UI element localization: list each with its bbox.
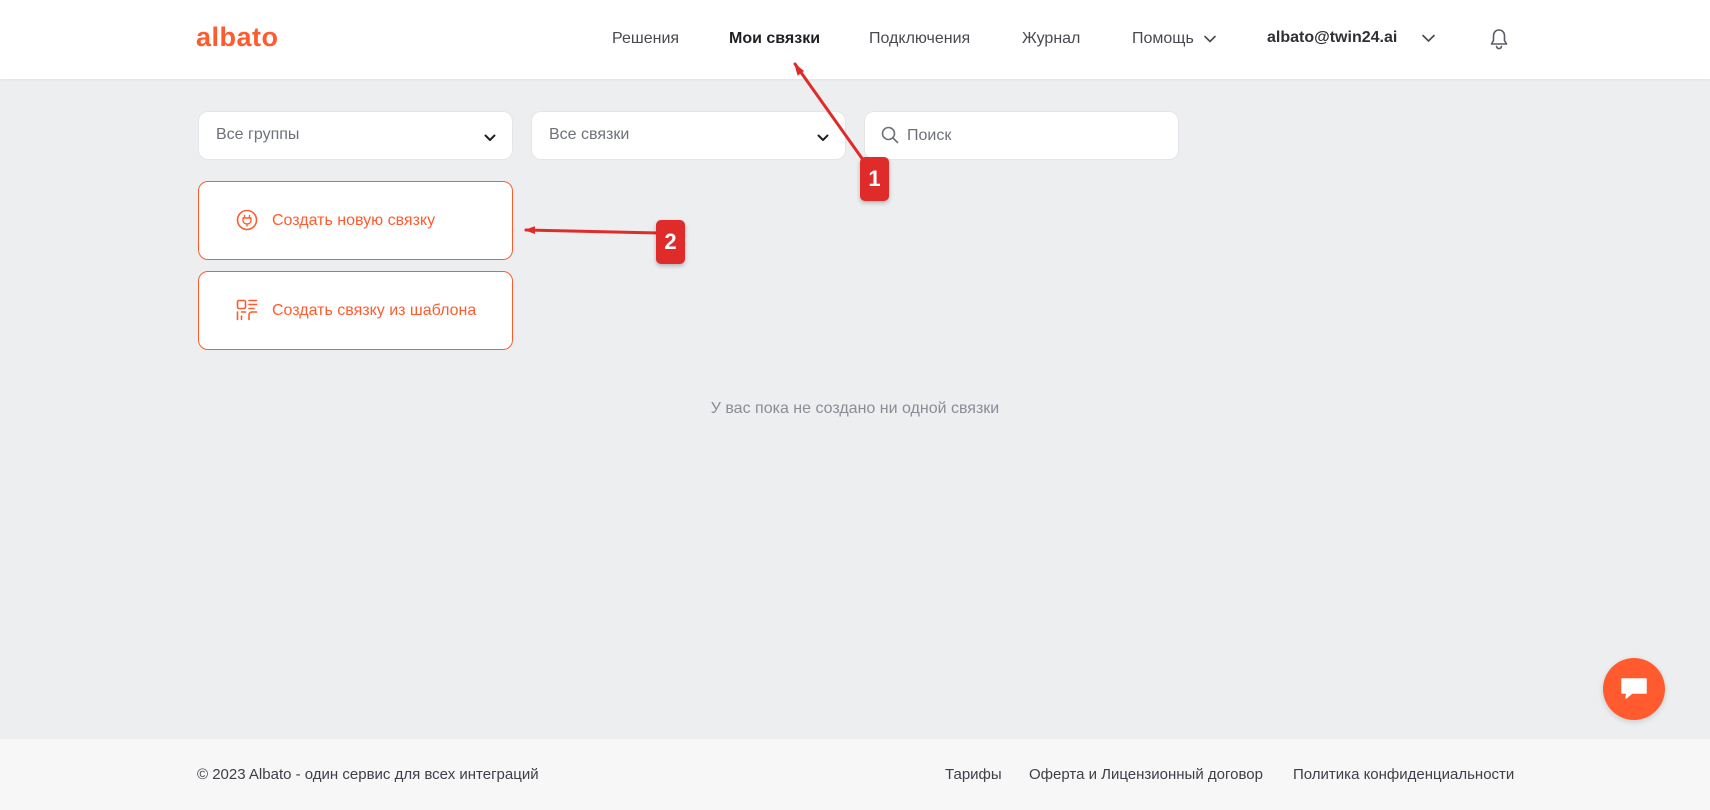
plug-icon (236, 209, 258, 236)
bundles-select-value: Все связки (549, 126, 630, 143)
chevron-down-icon (484, 129, 496, 147)
nav-journal[interactable]: Журнал (1022, 30, 1080, 48)
create-from-template-label: Создать связку из шаблона (272, 302, 477, 319)
annotation-marker-1: 1 (860, 157, 889, 201)
create-new-bundle-button[interactable]: Создать новую связку (198, 181, 513, 260)
empty-state-message: У вас пока не создано ни одной связки (710, 400, 1000, 417)
annotation-arrowhead-2 (524, 226, 535, 234)
footer-link-privacy[interactable]: Политика конфиденциальности (1293, 766, 1514, 783)
create-new-bundle-label: Создать новую связку (272, 212, 436, 229)
groups-select-value: Все группы (216, 126, 300, 143)
nav-help[interactable]: Помощь (1132, 30, 1216, 48)
groups-select[interactable]: Все группы (198, 111, 513, 160)
bell-icon[interactable] (1489, 28, 1509, 55)
chevron-down-icon (1203, 30, 1216, 48)
footer-link-tariffs[interactable]: Тарифы (945, 766, 1002, 783)
chevron-down-icon[interactable] (1422, 30, 1435, 48)
nav-connections[interactable]: Подключения (869, 30, 970, 48)
albato-logo[interactable]: albato (196, 22, 279, 53)
create-from-template-button[interactable]: Создать связку из шаблона (198, 271, 513, 350)
footer: © 2023 Albato - один сервис для всех инт… (0, 739, 1710, 810)
bundles-select[interactable]: Все связки (531, 111, 846, 160)
template-grid-icon (236, 299, 258, 326)
search-icon (881, 126, 899, 149)
nav-my-bundles[interactable]: Мои связки (729, 30, 820, 48)
copyright-text: © 2023 Albato - один сервис для всех инт… (197, 766, 539, 783)
annotation-marker-2: 2 (656, 220, 685, 264)
search-input[interactable] (905, 122, 1165, 150)
top-navbar: albato Решения Мои связки Подключения Жу… (0, 0, 1710, 79)
footer-link-offer[interactable]: Оферта и Лицензионный договор (1029, 766, 1263, 783)
user-menu[interactable]: albato@twin24.ai (1267, 29, 1397, 47)
chat-button[interactable] (1603, 658, 1665, 720)
annotation-arrow-2 (524, 228, 662, 235)
search-box[interactable] (864, 111, 1179, 160)
chevron-down-icon (817, 129, 829, 147)
nav-help-label: Помощь (1132, 30, 1194, 48)
nav-solutions[interactable]: Решения (612, 30, 679, 48)
